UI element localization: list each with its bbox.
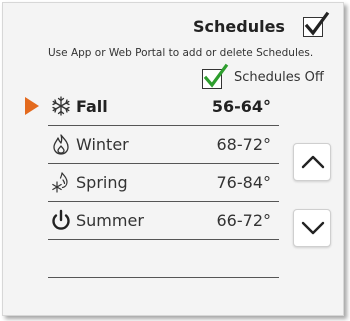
divider <box>48 277 279 278</box>
flame-icon <box>53 134 69 155</box>
scroll-up-button[interactable] <box>293 143 331 181</box>
schedule-row-winter[interactable]: Winter 68-72° <box>48 125 279 164</box>
schedule-name: Fall <box>76 97 108 116</box>
schedule-row-fall[interactable]: Fall 56-64° <box>48 87 279 126</box>
schedules-hint: Use App or Web Portal to add or delete S… <box>48 47 314 59</box>
schedule-temp: 76-84° <box>216 173 272 192</box>
selected-arrow-icon <box>25 97 39 115</box>
schedule-name: Winter <box>76 135 129 154</box>
schedules-checkbox[interactable] <box>303 11 330 37</box>
flame-snowflake-icon <box>52 172 68 193</box>
schedules-panel: Schedules Use App or Web Portal to add o… <box>2 2 344 316</box>
schedules-off-label: Schedules Off <box>234 70 324 85</box>
schedule-name: Summer <box>76 211 144 230</box>
schedule-row-summer[interactable]: Summer 66-72° <box>48 201 279 240</box>
checkmark-icon <box>304 11 330 36</box>
panel-title: Schedules <box>193 17 285 36</box>
chevron-up-icon <box>301 155 325 169</box>
snowflake-icon <box>52 96 70 116</box>
power-icon <box>52 209 70 230</box>
schedule-temp: 68-72° <box>216 135 272 154</box>
chevron-down-icon <box>301 221 325 235</box>
schedules-off-checkbox[interactable] <box>202 63 229 89</box>
schedule-name: Spring <box>76 173 128 192</box>
schedule-temp: 66-72° <box>216 211 272 230</box>
scroll-down-button[interactable] <box>293 209 331 247</box>
schedule-row-spring[interactable]: Spring 76-84° <box>48 163 279 202</box>
schedule-temp: 56-64° <box>211 97 271 116</box>
